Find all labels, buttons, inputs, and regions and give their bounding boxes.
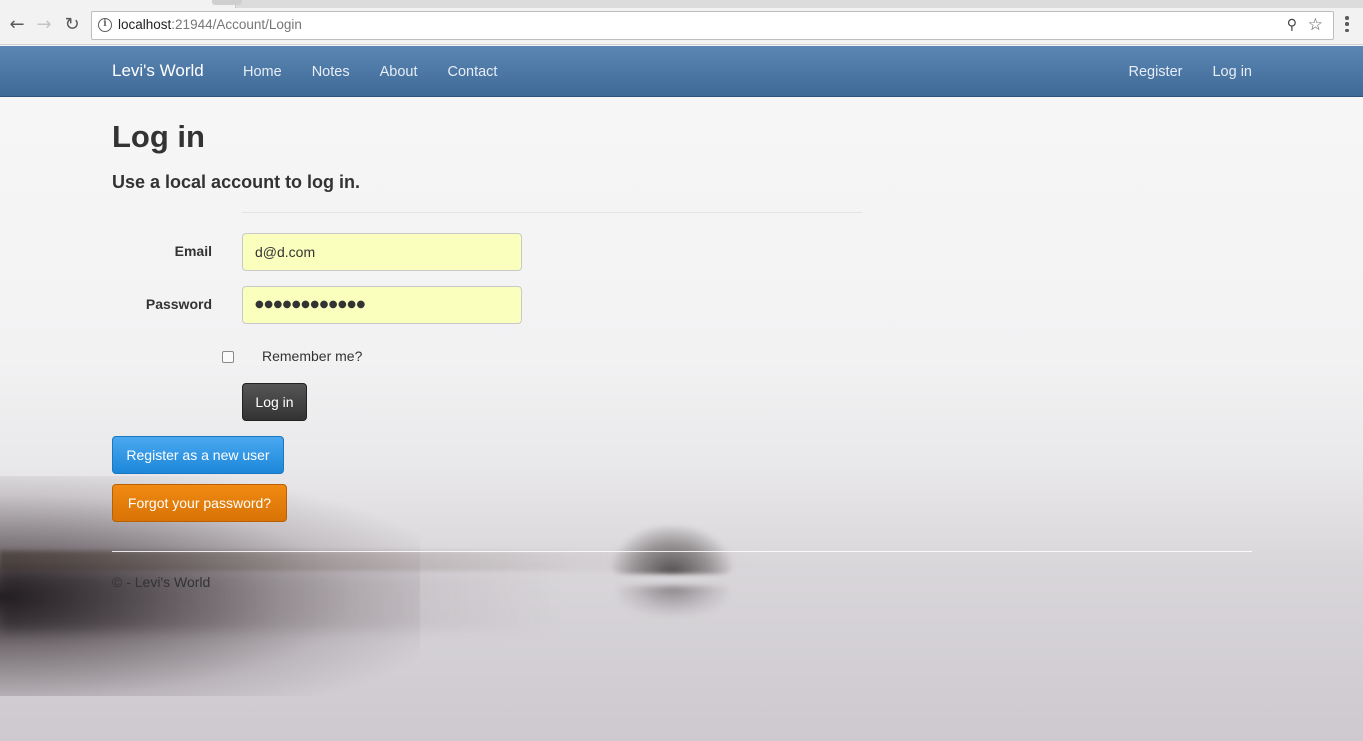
forward-icon[interactable]: → (34, 14, 54, 35)
url-host: localhost (118, 17, 172, 32)
back-icon[interactable]: ← (7, 14, 27, 35)
nav-link-about[interactable]: About (380, 64, 418, 80)
login-button[interactable]: Log in (242, 383, 307, 421)
email-label: Email (174, 243, 212, 259)
site-navbar: Levi's World Home Notes About Contact Re… (0, 46, 1363, 97)
star-icon[interactable]: ☆ (1308, 15, 1323, 35)
vertical-dots-icon[interactable] (1342, 14, 1352, 34)
key-icon[interactable]: ⚲ (1287, 17, 1297, 33)
register-new-user-button[interactable]: Register as a new user (112, 436, 284, 474)
remember-checkbox[interactable] (222, 351, 234, 363)
footer-text: © - Levi's World (112, 574, 211, 590)
nav-links: Home Notes About Contact (243, 64, 497, 80)
url-text[interactable]: localhost:21944/Account/Login (118, 17, 302, 32)
nav-link-contact[interactable]: Contact (447, 64, 497, 80)
new-tab-button[interactable] (212, 0, 242, 5)
divider (242, 212, 862, 213)
nav-right-links: Register Log in (1128, 64, 1252, 80)
active-tab[interactable] (0, 0, 236, 8)
forgot-password-button[interactable]: Forgot your password? (112, 484, 287, 522)
remember-label[interactable]: Remember me? (262, 348, 362, 364)
reload-icon[interactable]: ↻ (62, 14, 82, 35)
nav-link-notes[interactable]: Notes (312, 64, 350, 80)
page-subtitle: Use a local account to log in. (112, 172, 361, 192)
browser-toolbar: ← → ↻ i localhost:21944/Account/Login ⚲ … (0, 0, 1363, 45)
background-reflection (0, 571, 560, 631)
password-field[interactable]: ●●●●●●●●●●●● (242, 286, 522, 324)
page-title: Log in (112, 119, 205, 154)
password-label: Password (145, 296, 212, 312)
page-content: Levi's World Home Notes About Contact Re… (0, 46, 1363, 741)
email-field[interactable]: d@d.com (242, 233, 522, 271)
nav-link-home[interactable]: Home (243, 64, 282, 80)
nav-link-register[interactable]: Register (1128, 64, 1182, 80)
background-island (612, 526, 732, 574)
brand-link[interactable]: Levi's World (112, 61, 204, 81)
footer-divider (112, 551, 1252, 552)
tab-strip (0, 0, 1363, 8)
address-bar[interactable]: i localhost:21944/Account/Login ⚲ ☆ (91, 11, 1334, 40)
background-island-reflection (618, 586, 728, 616)
nav-link-login[interactable]: Log in (1212, 64, 1252, 80)
url-path: :21944/Account/Login (171, 17, 302, 32)
info-icon[interactable]: i (98, 18, 112, 32)
